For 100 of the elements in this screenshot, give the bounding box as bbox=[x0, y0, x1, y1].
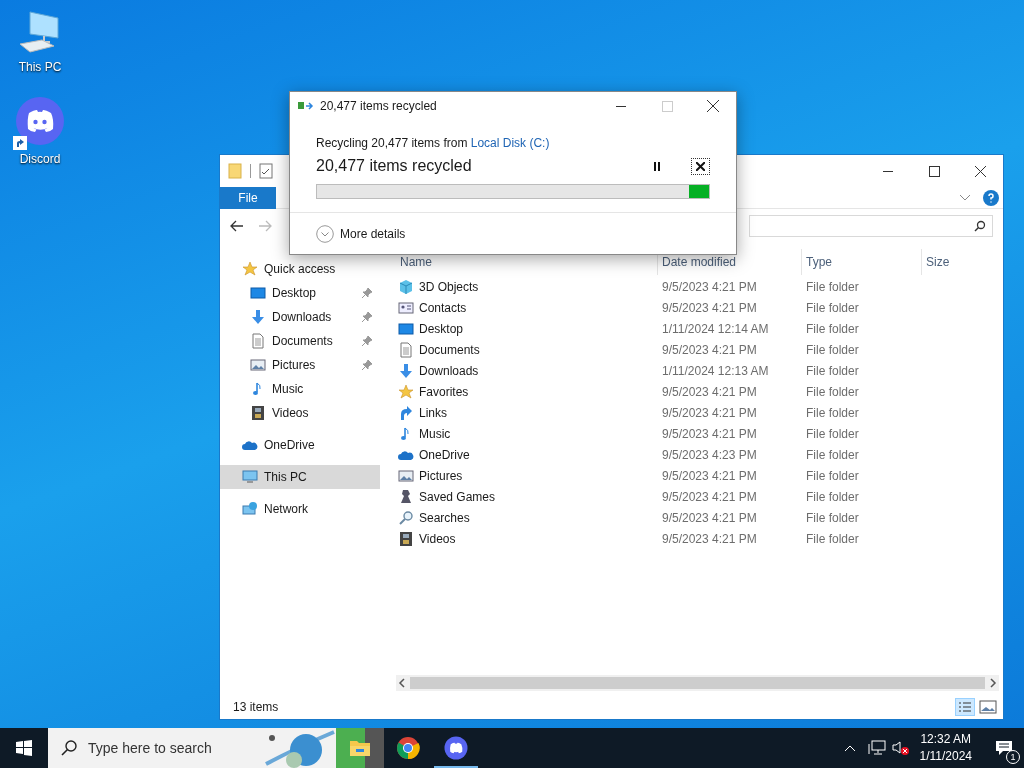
thumbnail-view-icon[interactable] bbox=[979, 700, 997, 714]
scroll-right-icon[interactable] bbox=[987, 677, 999, 689]
file-name[interactable]: Documents bbox=[419, 340, 480, 359]
search-box[interactable]: Type here to search bbox=[48, 728, 336, 768]
file-name[interactable]: Contacts bbox=[419, 298, 467, 317]
close-icon bbox=[974, 165, 986, 177]
column-header[interactable]: Size bbox=[921, 249, 1001, 275]
cancel-button[interactable] bbox=[691, 157, 710, 175]
date-cell-text: 1/11/2024 12:13 AM bbox=[661, 362, 770, 380]
type-cell-text: File folder bbox=[805, 404, 860, 422]
type-cell-text: File folder bbox=[805, 362, 860, 380]
date-cell-text: 9/5/2023 4:21 PM bbox=[661, 278, 758, 296]
date-cell-text: 9/5/2023 4:21 PM bbox=[661, 383, 758, 401]
cube-icon bbox=[398, 278, 414, 295]
monitor-icon bbox=[250, 285, 266, 301]
file-name[interactable]: Favorites bbox=[419, 382, 469, 401]
nav-item[interactable]: Pictures bbox=[220, 353, 380, 377]
curved-arrow-icon bbox=[398, 404, 414, 421]
network-icon bbox=[242, 501, 258, 517]
type-cell-text: File folder bbox=[805, 446, 860, 464]
type-cell-text: File folder bbox=[805, 320, 860, 338]
recycling-message: Recycling 20,477 items from Local Disk (C:) bbox=[316, 135, 551, 152]
nav-item[interactable]: Documents bbox=[220, 329, 380, 353]
file-tab[interactable]: File bbox=[220, 186, 276, 209]
file-name[interactable]: Pictures bbox=[419, 466, 463, 485]
document-icon bbox=[250, 333, 266, 349]
chevron-down-icon[interactable] bbox=[959, 193, 971, 202]
pin-icon[interactable] bbox=[362, 336, 372, 346]
details-view-icon[interactable] bbox=[955, 698, 975, 716]
date-cell-text: 9/5/2023 4:21 PM bbox=[661, 404, 758, 422]
shortcut-label: This PC bbox=[18, 59, 62, 76]
close-icon bbox=[696, 161, 705, 171]
star-icon bbox=[398, 383, 414, 400]
nav-item[interactable]: Network bbox=[220, 497, 380, 521]
scroll-left-icon[interactable] bbox=[396, 677, 408, 689]
more-details-button[interactable]: More details bbox=[316, 224, 406, 243]
file-name[interactable]: 3D Objects bbox=[419, 277, 479, 296]
type-cell-text: File folder bbox=[805, 299, 860, 317]
clock[interactable]: 12:32 AM 1/11/2024 bbox=[919, 731, 972, 765]
search-field[interactable] bbox=[749, 215, 993, 237]
type-cell-text: File folder bbox=[805, 383, 860, 401]
magnifier-icon bbox=[398, 509, 414, 526]
pin-icon[interactable] bbox=[362, 312, 372, 322]
date-cell-text: 9/5/2023 4:23 PM bbox=[661, 446, 758, 464]
monitor-icon bbox=[398, 320, 414, 337]
checklist-icon[interactable] bbox=[259, 163, 273, 179]
windows-logo-icon bbox=[16, 740, 32, 756]
discord-logo-icon bbox=[444, 736, 468, 760]
nav-item[interactable]: Videos bbox=[220, 401, 380, 425]
status-text: 13 items bbox=[233, 699, 280, 716]
search-input[interactable]: Type here to search bbox=[88, 737, 268, 759]
file-name[interactable]: OneDrive bbox=[419, 445, 470, 464]
chevron-up-icon[interactable] bbox=[843, 744, 856, 752]
file-name[interactable]: Music bbox=[419, 424, 451, 443]
column-header[interactable]: Type bbox=[801, 249, 921, 275]
type-cell-text: File folder bbox=[805, 509, 860, 527]
muted-speaker-icon[interactable] bbox=[891, 740, 910, 756]
pin-icon[interactable] bbox=[362, 360, 372, 370]
help-icon[interactable] bbox=[983, 189, 999, 206]
nav-item[interactable]: Quick access bbox=[220, 257, 380, 281]
nav-item[interactable]: Downloads bbox=[220, 305, 380, 329]
progress-status: 20,477 items recycled bbox=[316, 156, 473, 176]
date-cell-text: 9/5/2023 4:21 PM bbox=[661, 530, 758, 548]
drive-link[interactable]: Local Disk (C:) bbox=[470, 136, 550, 150]
back-arrow-icon[interactable] bbox=[230, 220, 244, 232]
chrome-logo-icon bbox=[396, 736, 420, 760]
shortcut-label: Discord bbox=[19, 151, 61, 168]
date-cell-text: 9/5/2023 4:21 PM bbox=[661, 425, 758, 443]
network-icon[interactable] bbox=[867, 740, 886, 756]
desktop-shortcut[interactable]: Discord bbox=[2, 96, 78, 168]
pause-icon[interactable] bbox=[653, 161, 661, 171]
nav-item[interactable]: This PC bbox=[220, 465, 380, 489]
file-name[interactable]: Links bbox=[419, 403, 447, 422]
file-name[interactable]: Videos bbox=[419, 529, 456, 548]
file-name[interactable]: Searches bbox=[419, 508, 470, 527]
download-arrow-icon bbox=[250, 309, 266, 325]
pin-icon[interactable] bbox=[362, 288, 372, 298]
type-cell-text: File folder bbox=[805, 530, 860, 548]
date-cell-text: 9/5/2023 4:21 PM bbox=[661, 488, 758, 506]
date-cell-text: 9/5/2023 4:21 PM bbox=[661, 299, 758, 317]
type-cell-text: File folder bbox=[805, 341, 860, 359]
nav-item[interactable]: OneDrive bbox=[220, 433, 380, 457]
file-name[interactable]: Saved Games bbox=[419, 487, 496, 506]
search-icon bbox=[60, 739, 78, 757]
desktop-shortcut[interactable]: This PC bbox=[2, 10, 78, 76]
date-cell-text: 9/5/2023 4:21 PM bbox=[661, 341, 758, 359]
message-icon bbox=[995, 740, 1013, 756]
notifications-button[interactable]: 1 bbox=[984, 728, 1024, 768]
minimize-icon bbox=[883, 170, 893, 172]
file-name[interactable]: Desktop bbox=[419, 319, 464, 338]
nav-item[interactable]: Music bbox=[220, 377, 380, 401]
close-icon bbox=[707, 100, 719, 112]
nav-item[interactable]: Desktop bbox=[220, 281, 380, 305]
type-cell-text: File folder bbox=[805, 425, 860, 443]
file-name[interactable]: Downloads bbox=[419, 361, 479, 380]
document-icon bbox=[398, 341, 414, 358]
horizontal-scrollbar[interactable] bbox=[396, 675, 999, 691]
type-cell-text: File folder bbox=[805, 488, 860, 506]
clock-date: 1/11/2024 bbox=[919, 748, 972, 765]
notification-count: 1 bbox=[1006, 750, 1020, 764]
